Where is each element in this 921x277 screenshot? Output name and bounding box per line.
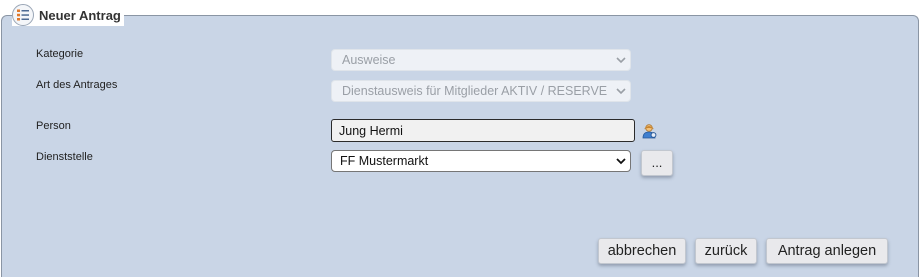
dienststelle-value: FF Mustermarkt	[340, 154, 429, 168]
back-button[interactable]: zurück	[695, 238, 757, 264]
dienststelle-label: Dienststelle	[36, 151, 93, 163]
person-label: Person	[36, 120, 71, 132]
form-list-icon	[12, 4, 34, 26]
kategorie-value: Ausweise	[342, 53, 396, 67]
art-label: Art des Antrages	[36, 79, 118, 91]
form-title: Neuer Antrag	[39, 7, 121, 23]
dienststelle-select[interactable]: FF Mustermarkt	[331, 150, 631, 172]
dienststelle-more-button[interactable]: ...	[641, 150, 673, 176]
chevron-down-icon[interactable]	[612, 151, 630, 171]
kategorie-label: Kategorie	[36, 48, 84, 60]
kategorie-select: Ausweise	[331, 49, 631, 71]
art-select: Dienstausweis für Mitglieder AKTIV / RES…	[331, 80, 631, 102]
art-value: Dienstausweis für Mitglieder AKTIV / RES…	[342, 84, 608, 98]
cancel-button[interactable]: abbrechen	[598, 238, 686, 264]
chevron-down-icon	[612, 81, 630, 101]
create-request-button[interactable]: Antrag anlegen	[766, 238, 888, 264]
person-input[interactable]: Jung Hermi	[331, 119, 635, 142]
chevron-down-icon	[612, 50, 630, 70]
person-search-icon[interactable]	[642, 123, 657, 139]
person-value: Jung Hermi	[339, 123, 403, 138]
form-legend: Neuer Antrag	[12, 4, 124, 26]
